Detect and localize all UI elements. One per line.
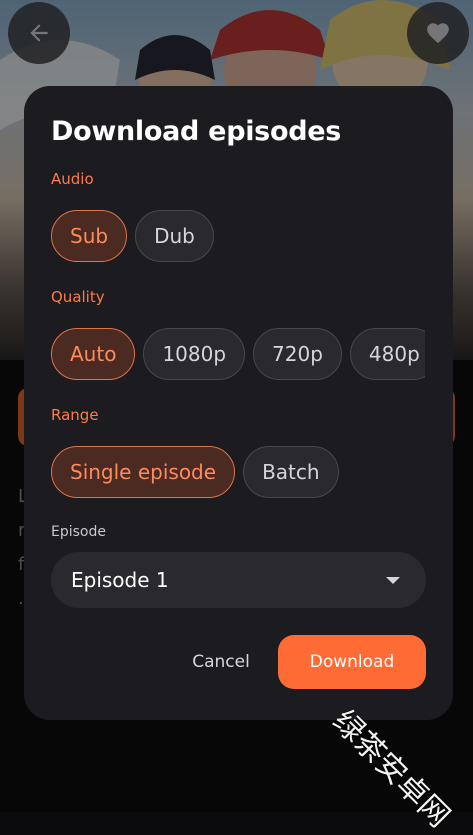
episode-label: Episode [51,524,106,540]
cancel-button[interactable]: Cancel [174,642,268,682]
range-label: Range [51,406,99,424]
chip-dub[interactable]: Dub [135,210,214,262]
range-options: Single episode Batch [51,446,425,500]
episode-select-value: Episode 1 [71,568,169,592]
download-dialog: Download episodes Audio Sub Dub Quality A… [24,86,453,720]
chip-auto[interactable]: Auto [51,328,136,380]
download-button[interactable]: Download [278,635,426,689]
chip-sub[interactable]: Sub [51,210,128,262]
chip-batch[interactable]: Batch [243,446,339,498]
chip-single-episode[interactable]: Single episode [51,446,236,498]
quality-options: Auto 1080p 720p 480p [51,328,425,382]
audio-label: Audio [51,170,94,188]
dialog-title: Download episodes [51,116,342,147]
episode-select[interactable]: Episode 1 [51,552,426,608]
chevron-down-icon [386,576,400,584]
chip-720p[interactable]: 720p [253,328,342,380]
quality-label: Quality [51,288,105,306]
audio-options: Sub Dub [51,210,425,264]
chip-1080p[interactable]: 1080p [143,328,246,380]
chip-480p[interactable]: 480p [349,328,425,380]
